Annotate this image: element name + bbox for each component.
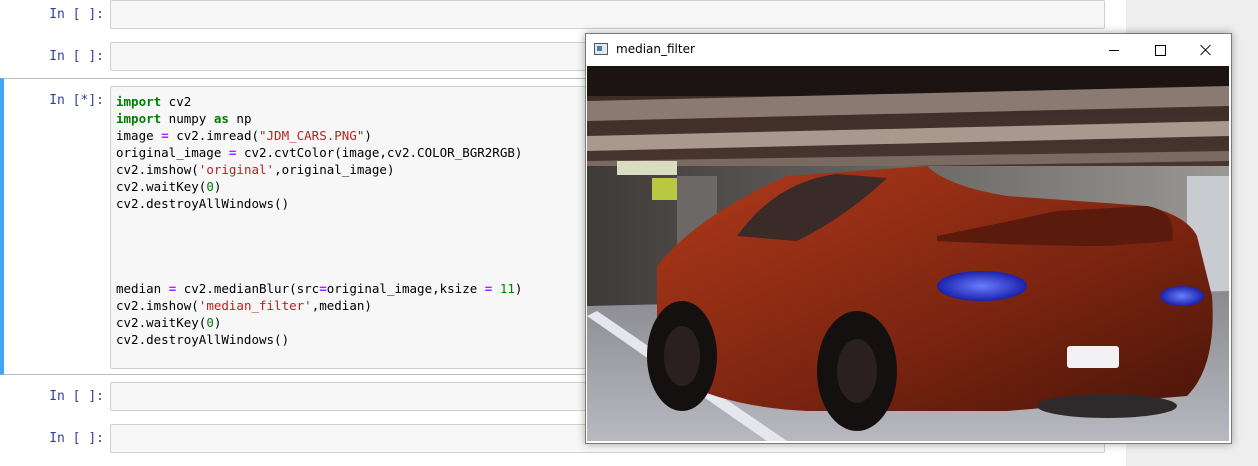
- code-token: =: [319, 281, 327, 296]
- code-token: 0: [206, 315, 214, 330]
- code-token: cv2.medianBlur(src: [176, 281, 320, 296]
- code-token: numpy: [161, 111, 214, 126]
- maximize-icon: [1154, 44, 1166, 56]
- code-token: original_image: [116, 145, 229, 160]
- code-token: cv2.waitKey(: [116, 179, 207, 194]
- code-token: cv2.imread(: [168, 128, 259, 143]
- code-token: import: [116, 111, 162, 126]
- minimize-icon: [1109, 49, 1119, 51]
- cell-prompt: In [*]:: [49, 93, 104, 108]
- cell-prompt: In [ ]:: [49, 49, 104, 64]
- cell-prompt: In [ ]:: [49, 431, 104, 446]
- close-icon: [1200, 44, 1212, 56]
- code-token: 11: [499, 281, 515, 296]
- opencv-window-icon: [594, 43, 608, 55]
- code-cell-1[interactable]: In [ ]:: [0, 0, 1126, 36]
- code-token: cv2.cvtColor(image,cv2.COLOR_BGR2RGB): [236, 145, 523, 160]
- code-token: import: [116, 94, 162, 109]
- code-token: image: [116, 128, 162, 143]
- minimize-button[interactable]: [1091, 34, 1137, 66]
- code-token: cv2.destroyAllWindows(): [116, 196, 290, 211]
- code-token: cv2: [161, 94, 192, 109]
- window-titlebar[interactable]: median_filter: [586, 34, 1231, 66]
- code-token: median: [116, 281, 169, 296]
- code-token: ): [213, 179, 222, 194]
- filtered-image: [587, 66, 1229, 441]
- code-token: "JDM_CARS.PNG": [259, 128, 365, 143]
- code-token: cv2.imshow(: [116, 162, 199, 177]
- code-token: cv2.destroyAllWindows(): [116, 332, 290, 347]
- window-title: median_filter: [616, 42, 695, 56]
- cell-prompt: In [ ]:: [49, 389, 104, 404]
- code-token: =: [161, 128, 169, 143]
- median-filter-window[interactable]: median_filter: [585, 33, 1232, 444]
- code-token: ,original_image): [274, 162, 395, 177]
- code-token: as: [213, 111, 229, 126]
- code-token: 'original': [198, 162, 275, 177]
- code-token: 0: [206, 179, 214, 194]
- car-photo: [587, 66, 1229, 441]
- code-token: ): [514, 281, 523, 296]
- code-token: ): [364, 128, 372, 143]
- code-token: np: [228, 111, 252, 126]
- maximize-button[interactable]: [1137, 34, 1183, 66]
- cell-prompt: In [ ]:: [49, 7, 104, 22]
- code-token: ): [213, 315, 222, 330]
- code-token: original_image,ksize: [326, 281, 485, 296]
- close-button[interactable]: [1183, 34, 1229, 66]
- cell-input[interactable]: [110, 0, 1105, 29]
- code-token: cv2.imshow(: [116, 298, 199, 313]
- code-token: 'median_filter': [198, 298, 312, 313]
- code-token: ,median): [311, 298, 372, 313]
- code-token: cv2.waitKey(: [116, 315, 207, 330]
